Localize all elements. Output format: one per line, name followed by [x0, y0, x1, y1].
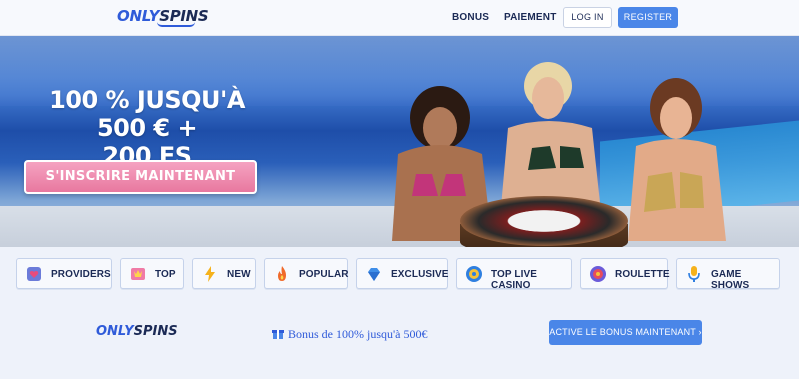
- signup-now-button[interactable]: S'INSCRIRE MAINTENANT: [24, 160, 257, 194]
- category-label: TOP LIVE CASINO: [491, 269, 538, 291]
- providers-icon: [27, 267, 41, 281]
- footer-logo-spins-text: SPINS: [133, 324, 178, 339]
- roulette-icon: [590, 266, 606, 282]
- gift-icon: [272, 330, 284, 339]
- category-popular[interactable]: POPULAR: [264, 258, 348, 289]
- category-label: NEW: [227, 269, 251, 280]
- category-roulette[interactable]: ROULETTE: [580, 258, 670, 289]
- category-label: TOP: [155, 269, 176, 280]
- category-label: ROULETTE: [615, 269, 670, 280]
- fire-icon: [278, 266, 286, 281]
- category-exclusive[interactable]: EXCLUSIVE: [356, 258, 448, 289]
- category-providers[interactable]: PROVIDERS: [16, 258, 112, 289]
- logo-swoosh: [157, 22, 195, 27]
- footer-bonus-text: Bonus de 100% jusqu'à 500€: [288, 327, 428, 341]
- activate-bonus-button[interactable]: ACTIVE LE BONUS MAINTENANT ›: [549, 320, 702, 345]
- category-game-shows[interactable]: GAME SHOWS: [676, 258, 780, 291]
- category-top-live-casino[interactable]: TOP LIVE CASINO: [456, 258, 572, 291]
- site-logo[interactable]: ONLYSPINS: [117, 7, 209, 27]
- logo-only-text: ONLY: [117, 7, 160, 25]
- register-button[interactable]: REGISTER: [618, 7, 678, 28]
- diamond-icon: [368, 268, 380, 281]
- site-header: ONLYSPINS BONUS PAIEMENT LOG IN REGISTER: [0, 0, 799, 36]
- nav-paiement-link[interactable]: PAIEMENT: [504, 12, 557, 23]
- hero-banner: 100 % JUSQU'À 500 € + 200 FS S'INSCRIRE …: [0, 36, 799, 247]
- category-new[interactable]: NEW: [192, 258, 256, 289]
- category-label: GAME SHOWS: [711, 269, 750, 291]
- top-icon: [131, 268, 145, 280]
- footer-bonus-info: Bonus de 100% jusqu'à 500€: [272, 327, 428, 342]
- category-label: POPULAR: [299, 269, 349, 280]
- footer-logo[interactable]: ONLYSPINS: [96, 324, 178, 339]
- roulette-wheel: [460, 196, 628, 246]
- category-top[interactable]: TOP: [120, 258, 184, 289]
- footer-logo-only-text: ONLY: [96, 324, 134, 339]
- hero-headline: 100 % JUSQU'À 500 € + 200 FS: [22, 86, 272, 170]
- microphone-icon: [688, 266, 700, 282]
- category-label: EXCLUSIVE: [391, 269, 449, 280]
- login-button[interactable]: LOG IN: [563, 7, 612, 28]
- hero-headline-line1: 100 % JUSQU'À 500 € +: [49, 86, 245, 142]
- category-label: PROVIDERS: [51, 269, 111, 280]
- lightning-icon: [205, 266, 215, 282]
- live-casino-icon: [466, 266, 482, 282]
- category-bar: PROVIDERS TOP NEW POPULAR EXCLUSIVE TOP …: [16, 258, 784, 291]
- nav-bonus-link[interactable]: BONUS: [452, 12, 489, 23]
